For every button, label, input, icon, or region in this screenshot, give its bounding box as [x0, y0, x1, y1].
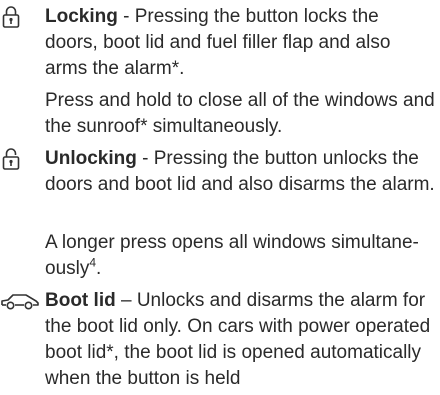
boot-lid-paragraph: Boot lid – Unlocks and disarms the alarm…	[1, 288, 435, 392]
boot-lid-title: Boot lid	[45, 290, 116, 311]
locking-title: Locking	[45, 6, 118, 27]
boot-lid-dash: –	[115, 290, 137, 311]
lock-open-icon	[0, 146, 22, 180]
locking-dash: -	[117, 6, 135, 27]
car-boot-icon	[0, 289, 40, 321]
unlocking-title: Unlocking	[45, 148, 137, 169]
unlocking-extra-end: .	[96, 258, 102, 279]
lock-closed-icon	[0, 4, 22, 38]
unlocking-paragraph: Unlocking - Pressing the button unlocks …	[2, 146, 435, 198]
unlocking-extra: A longer press opens all windows simulta…	[45, 230, 435, 282]
locking-paragraph: Locking - Pressing the button locks the …	[2, 4, 435, 82]
unlocking-dash: -	[136, 148, 154, 169]
locking-extra: Press and hold to close all of the windo…	[45, 90, 435, 137]
